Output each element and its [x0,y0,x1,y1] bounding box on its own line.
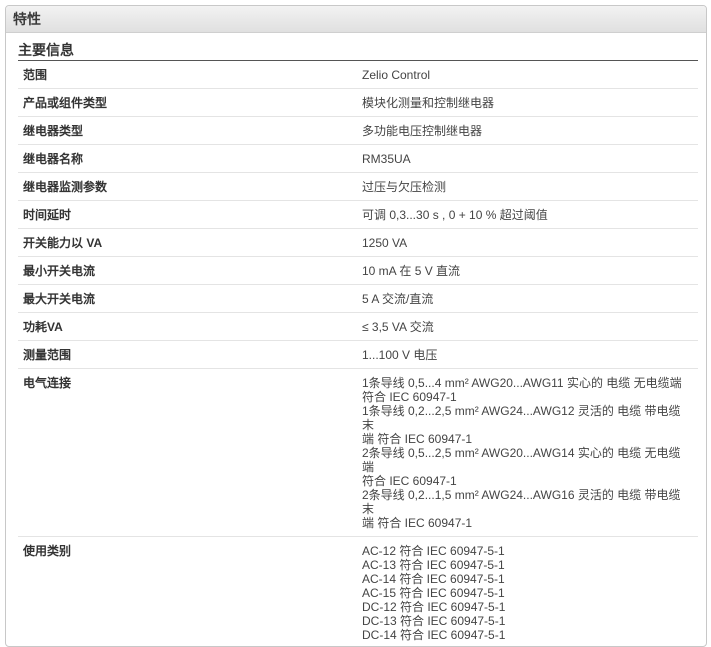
spec-value-line: 模块化测量和控制继电器 [362,96,495,110]
panel-title: 特性 [6,6,706,33]
spec-label: 范围 [23,68,48,82]
spec-label: 继电器监测参数 [23,180,108,194]
spec-value: 模块化测量和控制继电器 [362,96,698,110]
spec-row: 继电器名称 RM35UA [18,145,698,173]
spec-value-line: 端 符合 IEC 60947-1 [362,516,473,530]
spec-value-line: 2条导线 0,2...1,5 mm² AWG24...AWG16 灵活的 电缆 … [362,488,681,516]
spec-label: 最大开关电流 [23,292,96,306]
spec-row: 继电器类型 多功能电压控制继电器 [18,117,698,145]
spec-row: 功耗VA ≤ 3,5 VA 交流 [18,313,698,341]
spec-label: 时间延时 [23,208,72,222]
spec-row: 继电器监测参数 过压与欠压检测 [18,173,698,201]
spec-value-line: 过压与欠压检测 [362,180,447,194]
spec-value: 多功能电压控制继电器 [362,124,698,138]
spec-value-line: AC-13 符合 IEC 60947-5-1 [362,558,505,572]
section-title: 主要信息 [18,41,698,61]
spec-value: AC-12 符合 IEC 60947-5-1 AC-13 符合 IEC 60947… [362,544,698,642]
spec-label: 产品或组件类型 [23,96,108,110]
spec-label: 继电器类型 [23,124,84,138]
characteristics-panel: 特性 主要信息 范围 Zelio Control 产品或组件类型 模块化测量和控制继电… [5,5,707,647]
spec-value-line: 1条导线 0,2...2,5 mm² AWG24...AWG12 灵活的 电缆 … [362,404,681,432]
spec-value: 5 A 交流/直流 [362,292,698,306]
spec-label: 最小开关电流 [23,264,96,278]
spec-value-line: AC-14 符合 IEC 60947-5-1 [362,572,505,586]
spec-value-line: 端 符合 IEC 60947-1 [362,432,473,446]
spec-value: 1...100 V 电压 [362,348,698,362]
spec-label: 电气连接 [23,376,72,390]
spec-value: 1250 VA [362,236,698,250]
spec-value-line: DC-14 符合 IEC 60947-5-1 [362,628,506,642]
spec-value-line: ≤ 3,5 VA 交流 [362,320,434,334]
spec-value: ≤ 3,5 VA 交流 [362,320,698,334]
spec-label: 功耗VA [23,320,63,334]
spec-value-line: AC-12 符合 IEC 60947-5-1 [362,544,505,558]
spec-value-line: RM35UA [362,152,411,166]
spec-value-line: 10 mA 在 5 V 直流 [362,264,461,278]
spec-row: 产品或组件类型 模块化测量和控制继电器 [18,89,698,117]
spec-label: 开关能力以 VA [23,236,103,250]
spec-value-line: Zelio Control [362,68,431,82]
spec-value-line: 符合 IEC 60947-1 [362,474,457,488]
spec-value: 10 mA 在 5 V 直流 [362,264,698,278]
spec-value-line: 可调 0,3...30 s , 0 + 10 % 超过阈值 [362,208,548,222]
spec-value-line: 1条导线 0,5...4 mm² AWG20...AWG11 实心的 电缆 无电… [362,376,682,390]
spec-value-line: 5 A 交流/直流 [362,292,434,306]
spec-value-line: 2条导线 0,5...2,5 mm² AWG20...AWG14 实心的 电缆 … [362,446,681,474]
spec-value-line: 1250 VA [362,236,408,250]
spec-row: 电气连接 1条导线 0,5...4 mm² AWG20...AWG11 实心的 电… [18,369,698,537]
spec-value: 可调 0,3...30 s , 0 + 10 % 超过阈值 [362,208,698,222]
spec-table: 范围 Zelio Control 产品或组件类型 模块化测量和控制继电器继电器类型 多功… [18,61,698,646]
spec-label: 继电器名称 [23,152,84,166]
spec-row: 开关能力以 VA 1250 VA [18,229,698,257]
spec-row: 范围 Zelio Control [18,61,698,89]
spec-row: 时间延时 可调 0,3...30 s , 0 + 10 % 超过阈值 [18,201,698,229]
spec-value-line: 符合 IEC 60947-1 [362,390,457,404]
spec-value-line: 多功能电压控制继电器 [362,124,483,138]
spec-row: 最大开关电流 5 A 交流/直流 [18,285,698,313]
spec-label: 测量范围 [23,348,72,362]
spec-value: RM35UA [362,152,698,166]
spec-value: 过压与欠压检测 [362,180,698,194]
spec-row: 测量范围 1...100 V 电压 [18,341,698,369]
spec-row: 使用类别 AC-12 符合 IEC 60947-5-1 AC-13 符合 IEC 6… [18,537,698,646]
spec-value-line: AC-15 符合 IEC 60947-5-1 [362,586,505,600]
spec-value-line: DC-12 符合 IEC 60947-5-1 [362,600,506,614]
spec-value: Zelio Control [362,68,698,82]
spec-value-line: 1...100 V 电压 [362,348,438,362]
spec-value: 1条导线 0,5...4 mm² AWG20...AWG11 实心的 电缆 无电… [362,376,698,530]
spec-row: 最小开关电流 10 mA 在 5 V 直流 [18,257,698,285]
spec-label: 使用类别 [23,544,72,558]
